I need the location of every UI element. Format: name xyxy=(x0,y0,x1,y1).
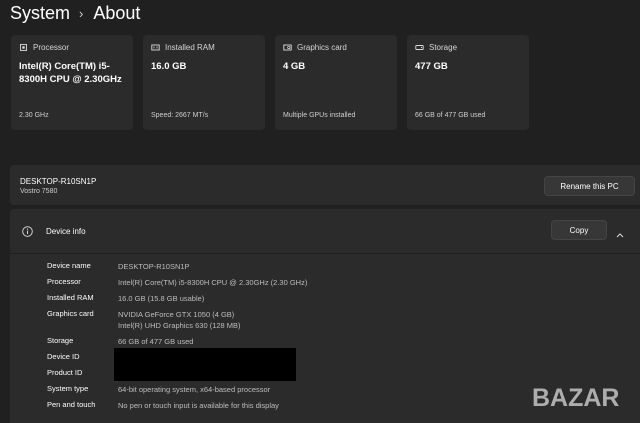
storage-card-sub: 66 GB of 477 GB used xyxy=(415,112,486,119)
processor-card-label: Processor xyxy=(33,43,70,52)
ram-card-label: Installed RAM xyxy=(165,43,215,52)
spec-value: DESKTOP-R10SN1P xyxy=(118,262,190,271)
pc-name-bar: DESKTOP-R10SN1P Vostro 7580 Rename this … xyxy=(10,165,640,205)
spec-label: Device ID xyxy=(47,352,80,361)
spec-label: Pen and touch xyxy=(47,400,96,409)
spec-label: Storage xyxy=(47,336,74,345)
spec-value: NVIDIA GeForce GTX 1050 (4 GB) xyxy=(118,310,235,319)
processor-card-value: Intel(R) Core(TM) i5-8300H CPU @ 2.30GHz xyxy=(19,61,122,85)
graphics-card-sub: Multiple GPUs installed xyxy=(283,112,356,119)
pc-model: Vostro 7580 xyxy=(20,188,58,195)
bazar-watermark-logo: BAZAR xyxy=(532,384,620,412)
processor-icon xyxy=(19,43,28,52)
graphics-card-value: 4 GB xyxy=(283,61,306,72)
device-info-title: Device info xyxy=(46,227,86,236)
spec-label: Product ID xyxy=(47,368,83,377)
spec-cards: Processor Intel(R) Core(TM) i5-8300H CPU… xyxy=(11,35,529,130)
copy-button[interactable]: Copy xyxy=(551,220,607,240)
rename-pc-button[interactable]: Rename this PC xyxy=(544,176,635,196)
spec-value: Intel(R) Core(TM) i5-8300H CPU @ 2.30GHz… xyxy=(118,278,308,287)
page-title: About xyxy=(93,2,141,23)
info-icon xyxy=(22,224,33,237)
graphics-card-card: Graphics card 4 GB Multiple GPUs install… xyxy=(275,35,397,130)
spec-label: Graphics card xyxy=(47,309,94,318)
graphics-card-label: Graphics card xyxy=(297,43,347,52)
processor-card: Processor Intel(R) Core(TM) i5-8300H CPU… xyxy=(11,35,133,130)
spec-label: Processor xyxy=(47,277,81,286)
storage-card: Storage 477 GB 66 GB of 477 GB used xyxy=(407,35,529,130)
watermark-text: BAZAR xyxy=(532,384,620,412)
spec-value: 64-bit operating system, x64-based proce… xyxy=(118,385,271,394)
processor-card-sub: 2.30 GHz xyxy=(19,112,49,119)
spec-value-secondary: Intel(R) UHD Graphics 630 (128 MB) xyxy=(118,321,241,330)
breadcrumb-parent[interactable]: System xyxy=(10,3,70,24)
breadcrumb-separator: › xyxy=(79,5,84,21)
spec-label: System type xyxy=(47,384,89,393)
pc-name: DESKTOP-R10SN1P xyxy=(20,177,97,186)
ram-card-value: 16.0 GB xyxy=(151,61,187,72)
ram-icon xyxy=(151,43,160,52)
breadcrumb: System › About xyxy=(10,2,140,24)
device-info-header[interactable]: Device info Copy xyxy=(10,209,640,254)
storage-card-label: Storage xyxy=(429,43,458,52)
spec-value: 16.0 GB (15.8 GB usable) xyxy=(118,294,205,303)
storage-icon xyxy=(415,43,424,52)
redaction-box xyxy=(114,348,296,381)
ram-card: Installed RAM 16.0 GB Speed: 2667 MT/s xyxy=(143,35,265,130)
graphics-card-icon xyxy=(283,43,292,52)
spec-label: Device name xyxy=(47,261,91,270)
ram-card-sub: Speed: 2667 MT/s xyxy=(151,112,209,119)
spec-value: 66 GB of 477 GB used xyxy=(118,337,194,346)
chevron-up-icon[interactable] xyxy=(615,226,625,238)
spec-value: No pen or touch input is available for t… xyxy=(118,401,279,410)
spec-label: Installed RAM xyxy=(47,293,94,302)
storage-card-value: 477 GB xyxy=(415,61,448,72)
